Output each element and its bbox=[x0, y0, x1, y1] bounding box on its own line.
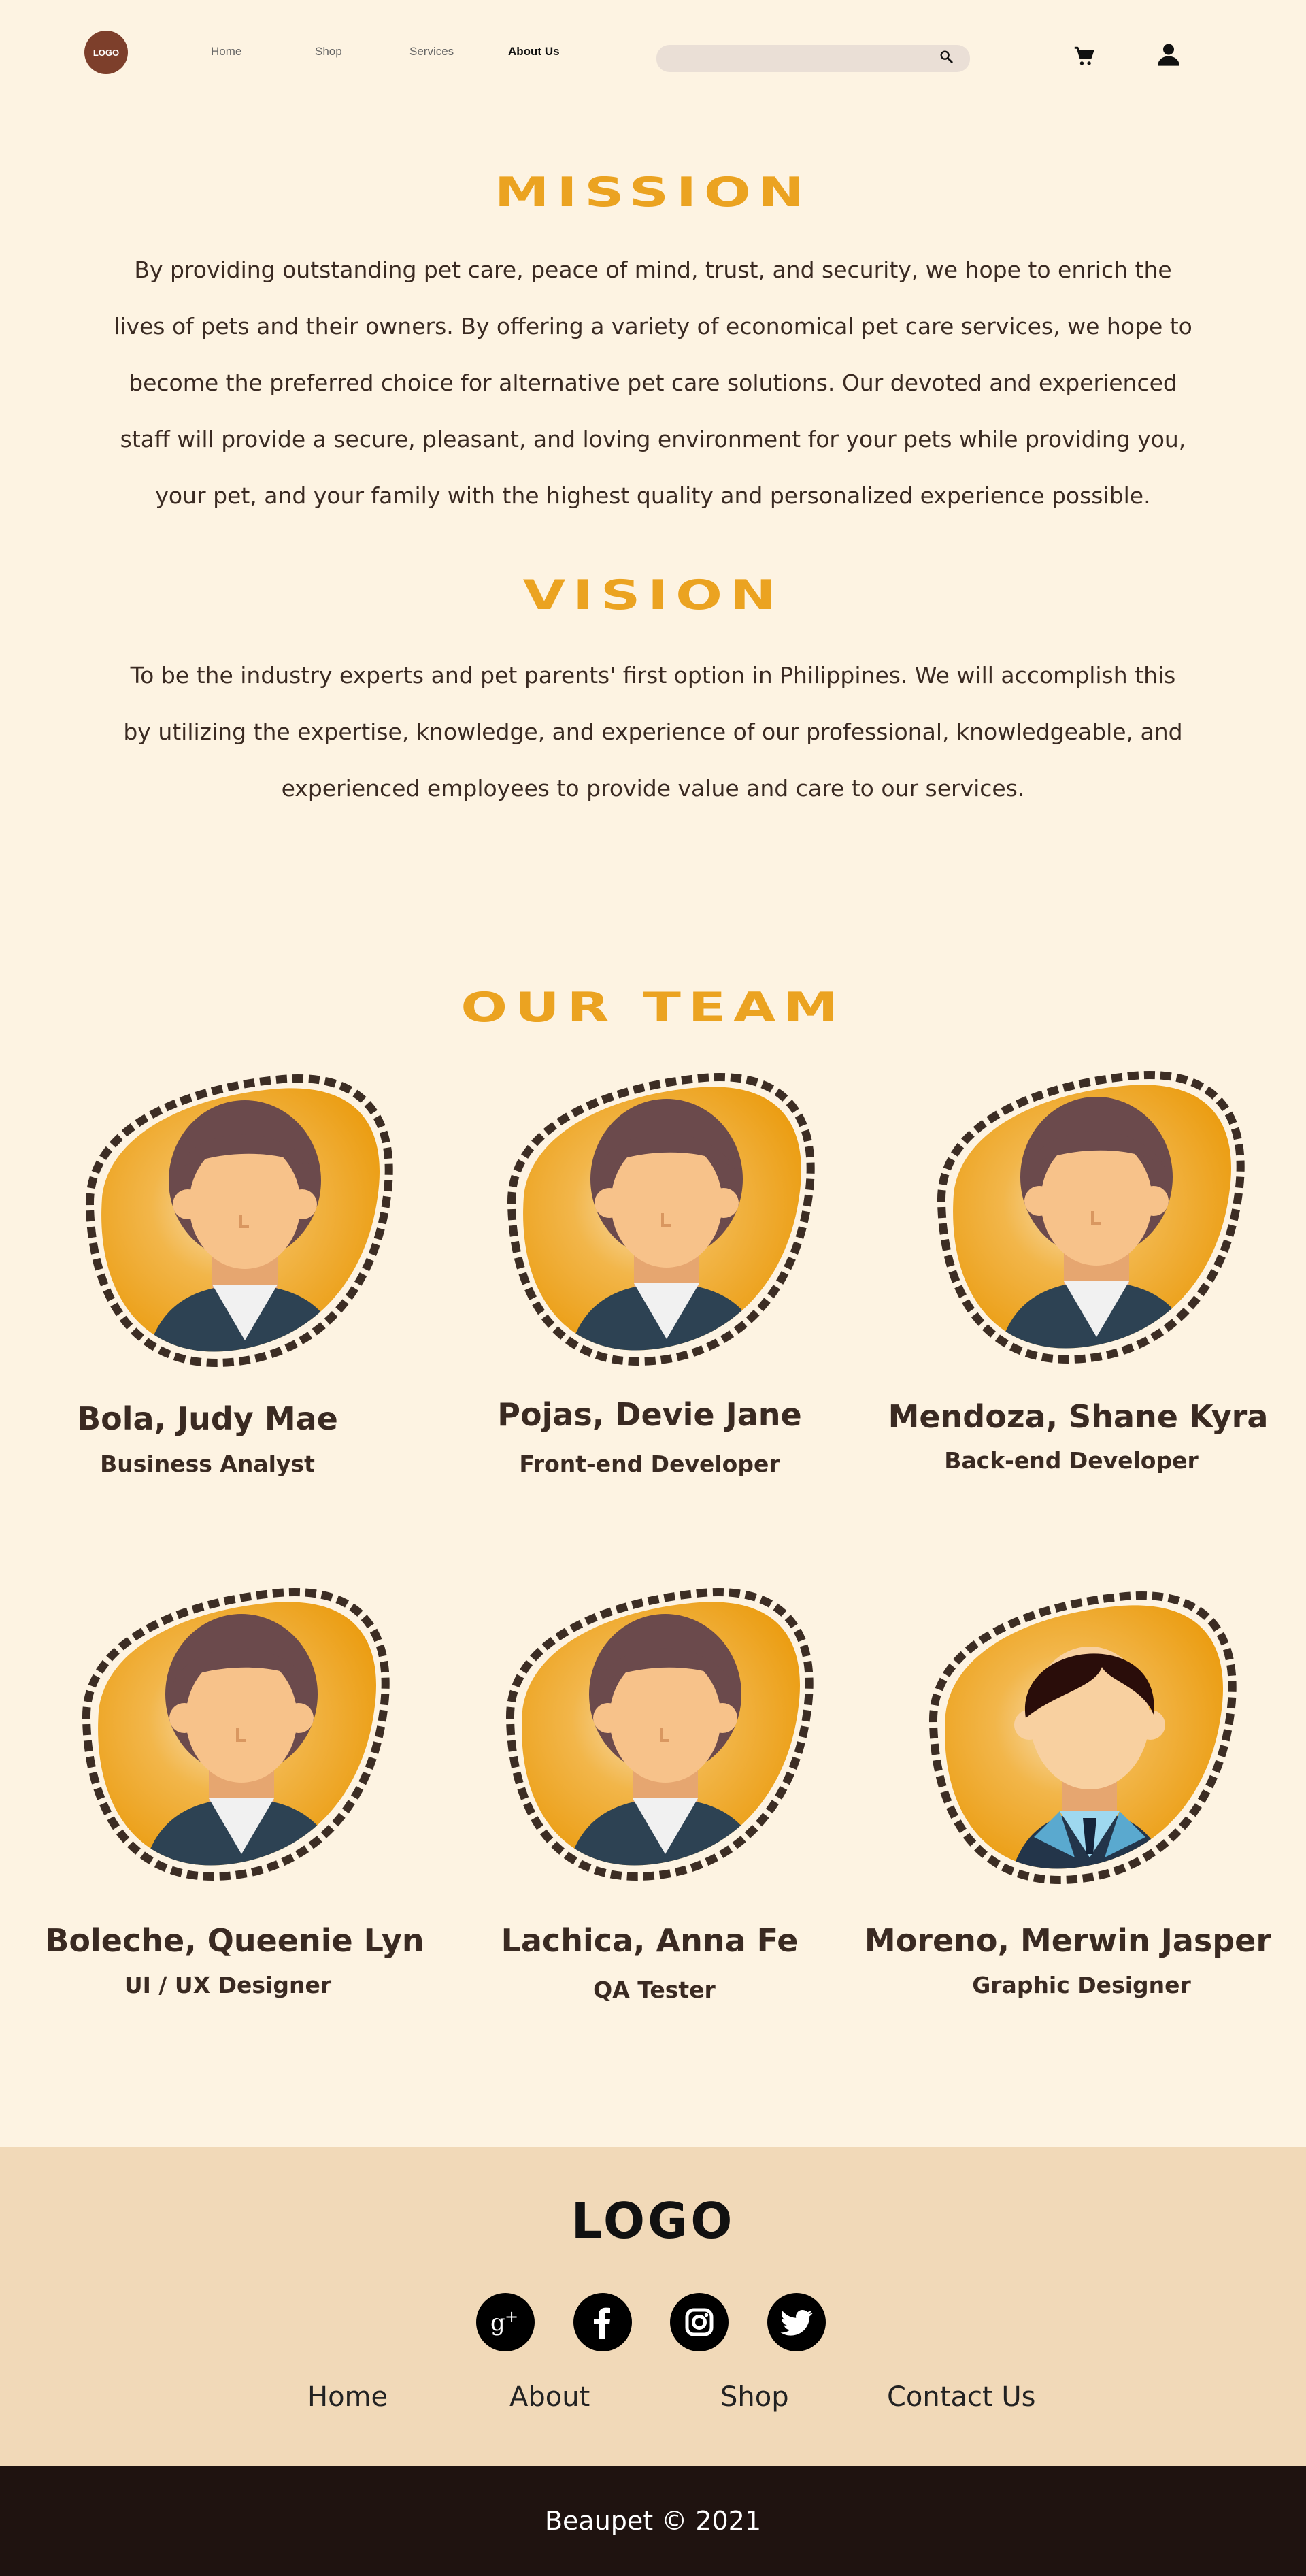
mission-line: By providing outstanding pet care, peace… bbox=[134, 257, 1172, 283]
mission-line: become the preferred choice for alternat… bbox=[129, 369, 1177, 396]
member-name: Lachica, Anna Fe bbox=[501, 1922, 799, 1959]
mission-title: MISSION bbox=[494, 169, 812, 216]
member-role: UI / UX Designer bbox=[124, 1972, 332, 1998]
nav-link-about-us[interactable]: About Us bbox=[508, 45, 560, 59]
member-role: Business Analyst bbox=[100, 1451, 315, 1477]
user-icon[interactable] bbox=[1155, 41, 1182, 68]
svg-text:g: g bbox=[490, 2309, 505, 2336]
instagram-icon[interactable] bbox=[670, 2293, 729, 2351]
google-plus-icon[interactable]: g + bbox=[476, 2293, 535, 2351]
vision-line: experienced employees to provide value a… bbox=[281, 775, 1025, 802]
member-name: Boleche, Queenie Lyn bbox=[45, 1922, 424, 1959]
footer-link-about[interactable]: About bbox=[509, 2381, 590, 2413]
mission-line: your pet, and your family with the highe… bbox=[155, 482, 1151, 509]
member-role: QA Tester bbox=[593, 1977, 716, 2003]
female-avatar-icon bbox=[937, 1071, 1245, 1364]
female-avatar-icon bbox=[507, 1073, 815, 1366]
mission-line: staff will provide a secure, pleasant, a… bbox=[120, 426, 1186, 452]
vision-line: by utilizing the expertise, knowledge, a… bbox=[123, 719, 1183, 745]
cart-icon[interactable] bbox=[1073, 45, 1096, 68]
female-avatar-icon bbox=[85, 1074, 393, 1367]
female-avatar-icon bbox=[505, 1588, 814, 1881]
nav-link-shop[interactable]: Shop bbox=[315, 45, 342, 59]
team-title: OUR TEAM bbox=[461, 984, 845, 1031]
male-avatar-icon bbox=[928, 1591, 1237, 1884]
nav-link-services[interactable]: Services bbox=[409, 45, 454, 59]
member-name: Bola, Judy Mae bbox=[77, 1400, 338, 1437]
mission-line: lives of pets and their owners. By offer… bbox=[114, 313, 1192, 340]
female-avatar-icon bbox=[82, 1588, 390, 1881]
svg-text:+: + bbox=[505, 2307, 518, 2326]
logo[interactable]: LOGO bbox=[84, 31, 128, 74]
mission-text: By providing outstanding pet care, peace… bbox=[88, 242, 1218, 524]
member-name: Pojas, Devie Jane bbox=[497, 1396, 802, 1433]
facebook-icon[interactable] bbox=[573, 2293, 632, 2351]
top-nav: LOGO Home Shop Services About Us bbox=[0, 0, 1306, 84]
member-role: Graphic Designer bbox=[972, 1972, 1191, 1998]
member-role: Front-end Developer bbox=[519, 1451, 780, 1477]
vision-text: To be the industry experts and pet paren… bbox=[88, 647, 1218, 816]
footer-link-home[interactable]: Home bbox=[307, 2381, 388, 2413]
member-name: Moreno, Merwin Jasper bbox=[864, 1922, 1272, 1959]
vision-line: To be the industry experts and pet paren… bbox=[130, 662, 1176, 689]
footer-logo[interactable]: LOGO bbox=[0, 2192, 1306, 2249]
footer-link-contact-us[interactable]: Contact Us bbox=[887, 2381, 1035, 2413]
copyright-text: Beaupet © 2021 bbox=[544, 2506, 762, 2536]
nav-link-home[interactable]: Home bbox=[211, 45, 241, 59]
member-name: Mendoza, Shane Kyra bbox=[888, 1398, 1269, 1435]
search-icon[interactable] bbox=[939, 49, 954, 64]
vision-title: VISION bbox=[522, 572, 784, 619]
search-input[interactable] bbox=[656, 45, 970, 72]
twitter-icon[interactable] bbox=[767, 2293, 826, 2351]
member-role: Back-end Developer bbox=[944, 1447, 1199, 1474]
footer-link-shop[interactable]: Shop bbox=[720, 2381, 789, 2413]
